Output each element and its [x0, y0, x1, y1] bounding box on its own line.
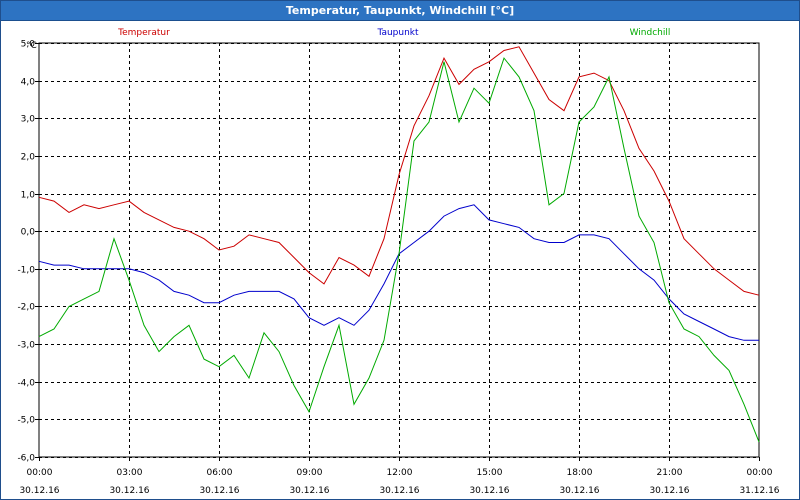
y-tick-label: 1,0 — [21, 191, 36, 201]
x-tick-date-label: 30.12.16 — [379, 486, 419, 496]
x-tick-date-label: 30.12.16 — [109, 486, 149, 496]
window-title: Temperatur, Taupunkt, Windchill [°C] — [1, 1, 799, 21]
y-tick-label: -2,0 — [17, 303, 35, 313]
y-tick-label: 0,0 — [21, 228, 36, 238]
x-tick-date-label: 30.12.16 — [19, 486, 59, 496]
x-tick-date-label: 30.12.16 — [199, 486, 239, 496]
y-tick-label: -4,0 — [17, 379, 35, 389]
legend-item-taupunkt: Taupunkt — [376, 28, 419, 38]
y-tick-label: -1,0 — [17, 266, 35, 276]
x-tick-time-label: 12:00 — [387, 468, 413, 478]
x-tick-time-label: 21:00 — [657, 468, 683, 478]
y-tick-label: -5,0 — [17, 416, 35, 426]
y-tick-label: 2,0 — [21, 153, 36, 163]
x-tick-date-label: 30.12.16 — [649, 486, 689, 496]
x-tick-time-label: 15:00 — [477, 468, 503, 478]
chart-svg: 5,04,03,02,01,00,0-1,0-2,0-3,0-4,0-5,0-6… — [17, 28, 779, 496]
x-tick-time-label: 03:00 — [117, 468, 143, 478]
x-tick-time-label: 18:00 — [567, 468, 593, 478]
x-tick-date-label: 30.12.16 — [469, 486, 509, 496]
y-tick-label: 3,0 — [21, 115, 36, 125]
x-tick-date-label: 30.12.16 — [559, 486, 599, 496]
y-tick-label: -3,0 — [17, 341, 35, 351]
y-tick-label: 4,0 — [21, 78, 36, 88]
x-tick-time-label: 09:00 — [297, 468, 323, 478]
legend-item-temperatur: Temperatur — [117, 28, 170, 38]
legend-item-windchill: Windchill — [630, 28, 671, 38]
x-tick-date-label: 30.12.16 — [289, 486, 329, 496]
x-tick-time-label: 06:00 — [207, 468, 233, 478]
x-tick-time-label: 00:00 — [747, 468, 773, 478]
chart-window: Temperatur, Taupunkt, Windchill [°C] 5,0… — [0, 0, 800, 500]
y-axis-unit-label: °C — [26, 41, 37, 51]
x-tick-time-label: 00:00 — [27, 468, 53, 478]
y-tick-label: -6,0 — [17, 454, 35, 464]
x-tick-date-label: 31.12.16 — [739, 486, 779, 496]
